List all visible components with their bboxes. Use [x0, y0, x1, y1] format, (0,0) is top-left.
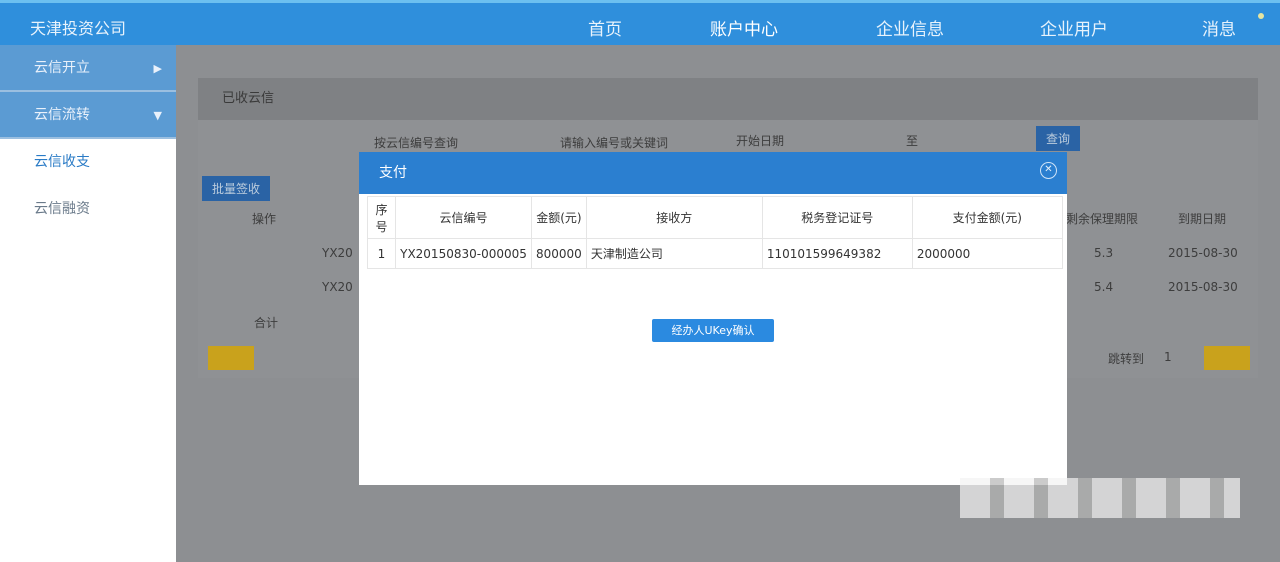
start-date-field[interactable]: 开始日期 — [736, 132, 784, 149]
row-no: YX20 — [322, 280, 353, 294]
sidebar-item-financing[interactable]: 云信融资 — [0, 186, 176, 233]
col-receiver: 接收方 — [585, 196, 763, 239]
col-index: 序号 — [367, 196, 396, 239]
nav-account-center[interactable]: 账户中心 — [710, 15, 778, 40]
sidebar-item-label: 云信收支 — [34, 154, 90, 170]
nav-home[interactable]: 首页 — [588, 15, 622, 40]
sidebar-item-receive[interactable]: 云信收支 — [0, 139, 176, 186]
col-term: 剩余保理期限 — [1066, 212, 1139, 226]
row-term: 5.3 — [1094, 246, 1114, 260]
cell-cloud-no: YX20150830-000005 — [395, 238, 532, 269]
cell-amount: 800000 — [531, 238, 587, 269]
cell-receiver: 天津制造公司 — [585, 238, 763, 269]
sidebar-item-issue[interactable]: 云信开立 ▶ — [0, 45, 176, 92]
search-input[interactable]: 请输入编号或关键词 — [560, 134, 668, 151]
chevron-right-icon: ▶ — [153, 62, 162, 75]
chevron-down-icon: ▼ — [153, 109, 162, 122]
company-logo: 天津投资公司 — [30, 19, 127, 38]
cell-index: 1 — [367, 238, 396, 269]
nav-company-users[interactable]: 企业用户 — [1040, 15, 1108, 40]
row-due: 2015-08-30 — [1168, 246, 1238, 260]
payment-modal: 支付 ✕ 序号 云信编号 金额(元) 接收方 税务登记证号 支付金额(元) 1 … — [359, 152, 1067, 485]
ukey-confirm-button[interactable]: 经办人UKey确认 — [652, 319, 774, 342]
notification-dot — [1258, 13, 1264, 19]
total-label: 合计 — [254, 316, 279, 330]
page-input[interactable]: 1 — [1164, 350, 1172, 364]
row-no: YX20 — [322, 246, 353, 260]
close-icon[interactable]: ✕ — [1040, 162, 1057, 179]
query-button[interactable]: 查询 — [1036, 126, 1081, 151]
col-cloud-no: 云信编号 — [395, 196, 532, 239]
watermark — [960, 478, 1240, 518]
sidebar-item-label: 云信融资 — [34, 201, 90, 217]
table-row: 1 YX20150830-000005 800000 天津制造公司 110101… — [367, 238, 1063, 269]
sidebar-item-label: 云信开立 — [34, 60, 90, 76]
go-button[interactable] — [1204, 346, 1250, 370]
cell-tax-id: 110101599649382 — [761, 238, 913, 269]
modal-title: 支付 — [359, 152, 1067, 194]
jump-label: 跳转到 — [1108, 352, 1145, 366]
cell-pay-amount[interactable]: 2000000 — [911, 238, 1063, 269]
payment-table: 序号 云信编号 金额(元) 接收方 税务登记证号 支付金额(元) 1 YX201… — [367, 196, 1063, 269]
col-tax-id: 税务登记证号 — [761, 196, 913, 239]
col-due: 到期日期 — [1178, 212, 1227, 226]
panel-title: 已收云信 — [198, 78, 1258, 120]
row-due: 2015-08-30 — [1168, 280, 1238, 294]
nav-company-info[interactable]: 企业信息 — [876, 15, 944, 40]
col-pay-amount: 支付金额(元) — [911, 196, 1063, 239]
col-operation: 操作 — [252, 212, 277, 226]
row-term: 5.4 — [1094, 280, 1114, 294]
nav-messages[interactable]: 消息 — [1202, 15, 1236, 40]
top-header: 天津投资公司 首页 账户中心 企业信息 企业用户 消息 — [0, 0, 1280, 45]
sidebar-item-label: 云信流转 — [34, 107, 90, 123]
sidebar: 云信开立 ▶ 云信流转 ▼ 云信收支 云信融资 — [0, 45, 176, 562]
yellow-button[interactable] — [208, 346, 254, 370]
search-type-select[interactable]: 按云信编号查询 — [374, 134, 458, 151]
batch-button[interactable]: 批量签收 — [202, 176, 271, 201]
sidebar-item-transfer[interactable]: 云信流转 ▼ — [0, 92, 176, 139]
to-label: 至 — [906, 134, 919, 148]
col-amount: 金额(元) — [531, 196, 587, 239]
